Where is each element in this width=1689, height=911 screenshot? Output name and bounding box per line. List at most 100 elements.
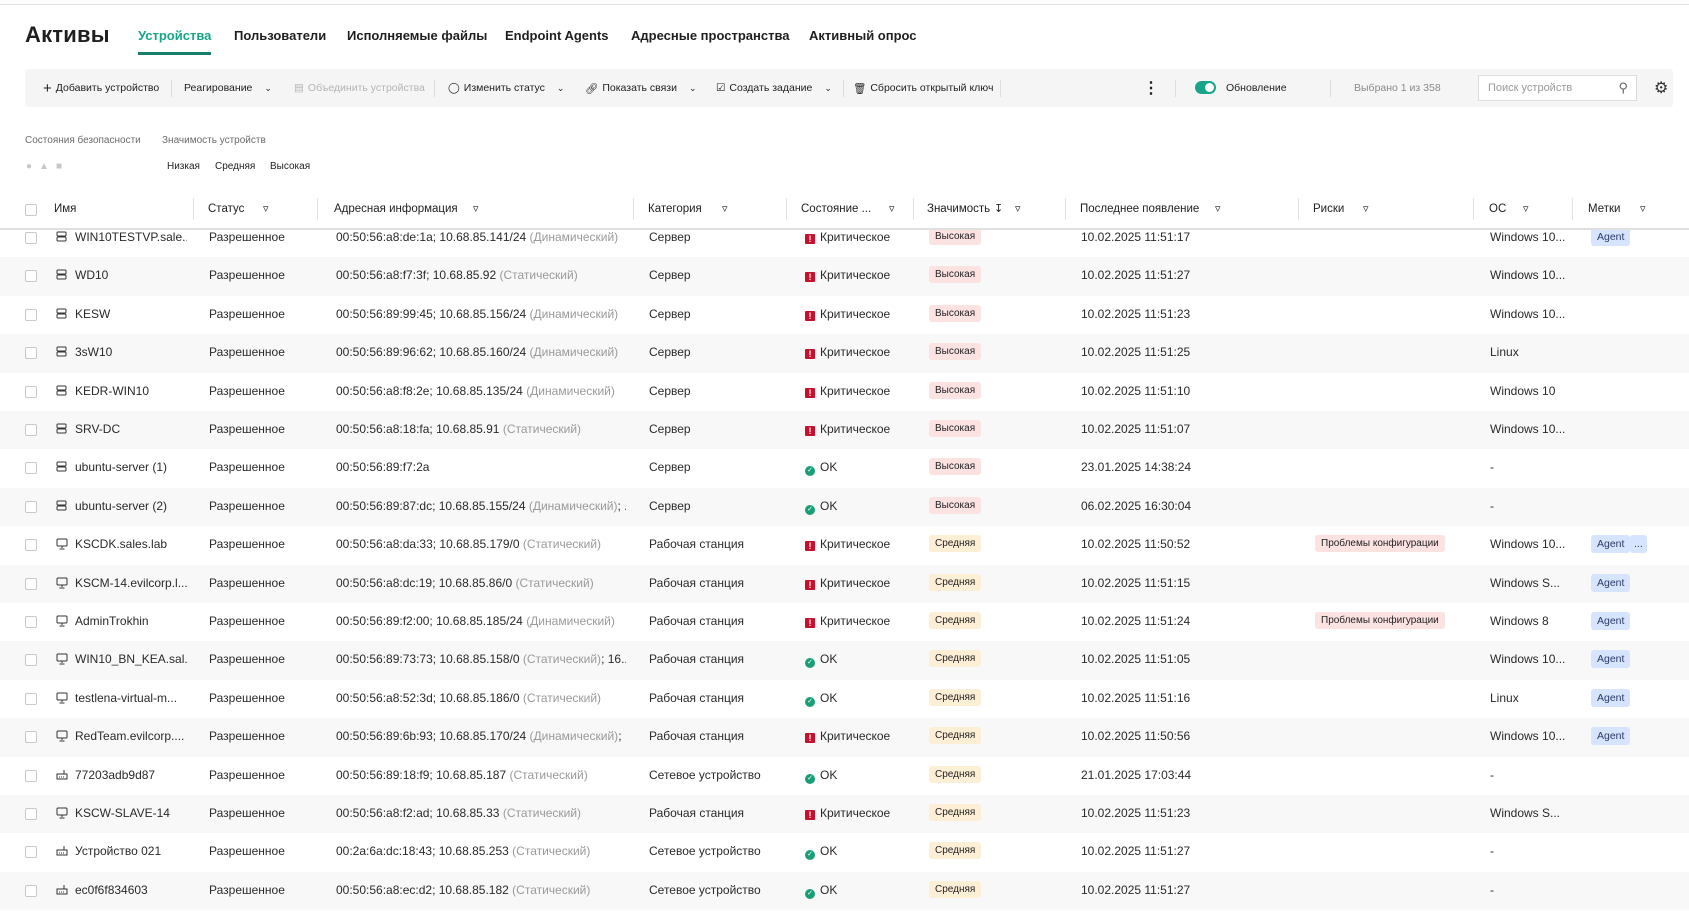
- device-name[interactable]: WIN10_BN_KEA.sal...: [75, 652, 187, 666]
- device-name[interactable]: WIN10TESTVP.sale...: [75, 230, 187, 244]
- row-checkbox[interactable]: [25, 462, 37, 475]
- table-row[interactable]: ubuntu-server (1) Разрешенное 00:50:56:89:…: [0, 449, 1689, 487]
- tab-executables[interactable]: Исполняемые файлы: [347, 28, 487, 43]
- table-row[interactable]: KSCM-14.evilcorp.l... Разрешенное 00:50:56…: [0, 564, 1689, 603]
- tag-badge[interactable]: Agent: [1591, 688, 1631, 707]
- tab-devices[interactable]: Устройства: [138, 28, 212, 55]
- tag-badge[interactable]: Agent: [1591, 535, 1631, 554]
- col-address[interactable]: Адресная информация: [334, 203, 458, 215]
- table-row[interactable]: ubuntu-server (2) Разрешенное 00:50:56:89:…: [0, 487, 1689, 527]
- sort-desc-icon[interactable]: ↧: [994, 202, 1003, 215]
- settings-gear-icon[interactable]: ⚙: [1654, 78, 1668, 98]
- table-row[interactable]: ec0f6f834603 Разрешенное 00:50:56:a8:ec:d2…: [0, 871, 1689, 911]
- device-name[interactable]: KEDR-WIN10: [75, 384, 187, 398]
- device-name[interactable]: KESW: [75, 307, 187, 321]
- filter-icon[interactable]: ▿: [889, 202, 895, 215]
- risk-badge[interactable]: Проблемы конфигурации: [1315, 535, 1445, 553]
- device-name[interactable]: AdminTrokhin: [75, 614, 187, 628]
- auto-update-toggle[interactable]: [1195, 81, 1216, 94]
- device-name[interactable]: SRV-DC: [75, 422, 187, 436]
- significance-low-chip[interactable]: Низкая: [167, 161, 200, 172]
- device-name[interactable]: ubuntu-server (2): [75, 499, 187, 513]
- table-row[interactable]: WIN10_BN_KEA.sal... Разрешенное 00:50:56:8…: [0, 641, 1689, 680]
- device-name[interactable]: KSCM-14.evilcorp.l...: [75, 576, 187, 590]
- row-checkbox[interactable]: [25, 270, 37, 283]
- select-all-checkbox[interactable]: [25, 204, 37, 216]
- tag-badge[interactable]: Agent: [1591, 650, 1631, 669]
- security-state-icons[interactable]: ●▲■: [26, 161, 69, 172]
- device-name[interactable]: 77203adb9d87: [75, 768, 187, 782]
- device-search-input[interactable]: Поиск устройств ⚲: [1478, 75, 1637, 101]
- table-row[interactable]: SRV-DC Разрешенное 00:50:56:a8:18:fa; 10.6…: [0, 411, 1689, 450]
- col-name[interactable]: Имя: [54, 203, 76, 215]
- significance-high-chip[interactable]: Высокая: [270, 161, 310, 172]
- row-checkbox[interactable]: [25, 654, 37, 667]
- row-checkbox[interactable]: [25, 308, 37, 321]
- risk-badge[interactable]: Проблемы конфигурации: [1315, 612, 1445, 629]
- device-name[interactable]: KSCW-SLAVE-14: [75, 806, 187, 820]
- ok-filter-icon[interactable]: ●: [26, 161, 39, 172]
- more-actions-icon[interactable]: ⋮: [1143, 69, 1159, 107]
- col-last-seen[interactable]: Последнее появление: [1080, 203, 1199, 215]
- col-os[interactable]: ОС: [1489, 203, 1506, 215]
- filter-icon[interactable]: ▿: [1215, 202, 1221, 215]
- row-checkbox[interactable]: [25, 385, 37, 398]
- row-checkbox[interactable]: [25, 424, 37, 436]
- row-checkbox[interactable]: [25, 808, 37, 820]
- tab-address-spaces[interactable]: Адресные пространства: [631, 28, 790, 43]
- create-task-dropdown[interactable]: ☑ Создать задание ⌄: [716, 69, 832, 107]
- col-significance[interactable]: Значимость: [927, 203, 990, 215]
- row-checkbox[interactable]: [25, 232, 37, 244]
- table-row[interactable]: KSCW-SLAVE-14 Разрешенное 00:50:56:a8:f2:a…: [0, 795, 1689, 834]
- tag-badge[interactable]: Agent: [1591, 573, 1631, 592]
- table-row[interactable]: AdminTrokhin Разрешенное 00:50:56:89:f2:00…: [0, 603, 1689, 641]
- table-row[interactable]: RedTeam.evilcorp.... Разрешенное 00:50:56:…: [0, 718, 1689, 757]
- row-checkbox[interactable]: [25, 846, 37, 859]
- device-name[interactable]: KSCDK.sales.lab: [75, 537, 187, 551]
- row-checkbox[interactable]: [25, 347, 37, 360]
- table-row[interactable]: KESW Разрешенное 00:50:56:89:99:45; 10.68.…: [0, 296, 1689, 334]
- row-checkbox[interactable]: [25, 692, 37, 705]
- col-risks[interactable]: Риски: [1313, 203, 1344, 215]
- filter-icon[interactable]: ▿: [473, 202, 479, 215]
- change-status-dropdown[interactable]: ◯ Изменить статус ⌄: [448, 69, 564, 107]
- filter-icon[interactable]: ▿: [1363, 202, 1369, 215]
- table-row[interactable]: Устройство 021 Разрешенное 00:2a:6a:dc:18:…: [0, 833, 1689, 871]
- reset-key-button[interactable]: 🗑︎ Сбросить открытый ключ: [853, 69, 993, 107]
- tab-active-polling[interactable]: Активный опрос: [809, 28, 917, 43]
- filter-icon[interactable]: ▿: [1523, 202, 1529, 215]
- row-checkbox[interactable]: [25, 884, 37, 897]
- tag-badge[interactable]: Agent: [1591, 612, 1631, 630]
- add-device-button[interactable]: + Добавить устройство: [43, 69, 159, 107]
- col-status[interactable]: Статус: [208, 203, 244, 215]
- table-row[interactable]: 77203adb9d87 Разрешенное 00:50:56:89:18:f9…: [0, 757, 1689, 795]
- tag-badge[interactable]: Agent: [1591, 727, 1631, 746]
- critical-filter-icon[interactable]: ■: [56, 161, 69, 172]
- tag-badge[interactable]: Agent: [1591, 228, 1631, 246]
- row-checkbox[interactable]: [25, 616, 37, 628]
- table-row[interactable]: 3sW10 Разрешенное 00:50:56:89:96:62; 10.68…: [0, 334, 1689, 373]
- search-icon[interactable]: ⚲: [1618, 80, 1628, 96]
- row-checkbox[interactable]: [25, 577, 37, 590]
- more-tags-badge[interactable]: ...: [1630, 535, 1647, 554]
- tab-endpoint-agents[interactable]: Endpoint Agents: [505, 28, 609, 43]
- warning-filter-icon[interactable]: ▲: [39, 161, 56, 172]
- device-name[interactable]: testlena-virtual-m...: [75, 691, 187, 705]
- table-row[interactable]: WD10 Разрешенное 00:50:56:a8:f7:3f; 10.68.…: [0, 257, 1689, 296]
- col-state[interactable]: Состояние ...: [801, 203, 871, 215]
- row-checkbox[interactable]: [25, 539, 37, 552]
- significance-medium-chip[interactable]: Средняя: [215, 161, 255, 172]
- show-links-dropdown[interactable]: 🔗︎ Показать связи ⌄: [585, 69, 697, 107]
- row-checkbox[interactable]: [25, 731, 37, 744]
- col-category[interactable]: Категория: [648, 203, 702, 215]
- device-name[interactable]: RedTeam.evilcorp....: [75, 729, 187, 743]
- response-dropdown[interactable]: Реагирование ⌄: [184, 69, 272, 107]
- device-name[interactable]: ec0f6f834603: [75, 883, 187, 897]
- filter-icon[interactable]: ▿: [263, 202, 269, 215]
- device-name[interactable]: ubuntu-server (1): [75, 460, 187, 474]
- tab-users[interactable]: Пользователи: [234, 28, 326, 43]
- row-checkbox[interactable]: [25, 500, 37, 513]
- col-tags[interactable]: Метки: [1588, 203, 1620, 215]
- table-row[interactable]: KEDR-WIN10 Разрешенное 00:50:56:a8:f8:2e; …: [0, 373, 1689, 411]
- filter-icon[interactable]: ▿: [1640, 202, 1646, 215]
